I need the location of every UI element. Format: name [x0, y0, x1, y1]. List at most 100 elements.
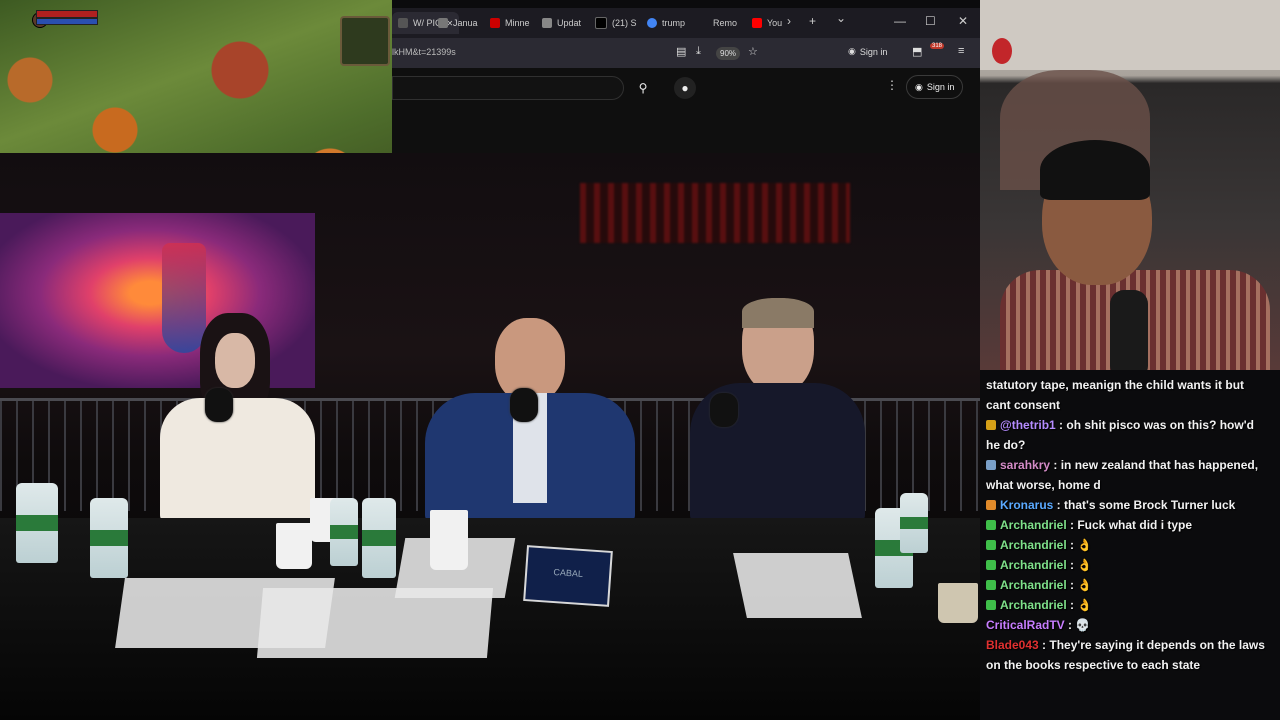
water-bottle — [362, 498, 396, 578]
chat-badge-icon — [986, 600, 996, 610]
streamer-microphone — [1110, 290, 1148, 378]
close-window-icon[interactable]: ✕ — [958, 14, 968, 28]
chat-badge-icon — [986, 540, 996, 550]
chat-username[interactable]: Archandriel — [1000, 558, 1067, 572]
tab-label: trump — [662, 18, 686, 28]
yt-search-input[interactable] — [392, 76, 624, 100]
url-bar[interactable]: lkHM&t=21399s ▤ ⤓ ☆ ⬒ ≡ — [392, 38, 980, 68]
tab-label: Minne — [505, 18, 530, 28]
chat-message: CriticalRadTV : 💀 — [986, 615, 1278, 635]
tab-3[interactable]: Updat — [542, 12, 581, 34]
voice-search-mic-icon[interactable]: ● — [674, 77, 696, 99]
tab-favicon — [542, 18, 552, 28]
browser-capture: W/ PIC ✕ Janua Minne Updat (21) S trump … — [392, 8, 980, 153]
microphone — [510, 388, 538, 422]
chat-message: Kronarus : that's some Brock Turner luck — [986, 495, 1278, 515]
microphone — [205, 388, 233, 422]
chat-message: Blade043 : They're saying it depends on … — [986, 635, 1278, 655]
chat-username[interactable]: Archandriel — [1000, 518, 1067, 532]
cup — [430, 510, 468, 570]
kebab-menu-icon[interactable]: ⋮ — [886, 78, 898, 92]
chat-text: : 👌 — [1066, 558, 1093, 572]
chat-username[interactable]: sarahkry — [1000, 458, 1050, 472]
tab-label: Remo — [713, 18, 738, 28]
google-icon — [647, 18, 657, 28]
minimize-icon[interactable]: — — [894, 14, 906, 28]
health-bar — [36, 10, 98, 18]
book-title: CABAL — [553, 566, 584, 580]
chat-message: Archandriel : 👌 — [986, 535, 1278, 555]
water-bottle — [900, 493, 928, 553]
tab-7[interactable]: You — [752, 12, 782, 34]
chat-panel: statutory tape, meanign the child wants … — [980, 370, 1280, 720]
desk: CABAL — [0, 518, 1007, 720]
chat-username[interactable]: CriticalRadTV — [986, 618, 1065, 632]
water-bottle — [330, 498, 358, 566]
chat-badge-icon — [986, 420, 996, 430]
tab-label: Janua — [453, 18, 478, 28]
tab-5[interactable]: trump — [647, 12, 685, 34]
chat-text: what worse, home d — [986, 478, 1101, 492]
zoom-level[interactable]: 90% — [716, 47, 741, 60]
chat-message: statutory tape, meanign the child wants … — [986, 375, 1278, 395]
bookmark-star-icon[interactable]: ☆ — [748, 45, 758, 58]
cup — [276, 523, 312, 569]
menu-icon[interactable]: ≡ — [958, 45, 964, 57]
scroll-tabs-chevron-icon[interactable]: › — [787, 14, 791, 28]
youtube-page: ⚲ ● ⋮ ◉ Sign in — [392, 68, 980, 153]
papers — [733, 553, 862, 618]
tab-6[interactable]: Remo — [713, 12, 737, 34]
account-icon: ◉ — [848, 46, 856, 56]
host-woman — [155, 313, 320, 523]
chat-message: on the books respective to each state — [986, 655, 1278, 675]
chat-username[interactable]: Archandriel — [1000, 598, 1067, 612]
chat-message: @thetrib1 : oh shit pisco was on this? h… — [986, 415, 1278, 435]
chat-username[interactable]: Blade043 — [986, 638, 1039, 652]
cam-wall — [980, 0, 1280, 70]
book: CABAL — [523, 545, 613, 607]
tab-label: You — [767, 18, 783, 28]
chat-message: Archandriel : 👌 — [986, 595, 1278, 615]
tab-list-icon[interactable]: ⌄ — [836, 11, 846, 25]
chat-text: he do? — [986, 438, 1026, 452]
reader-view-icon[interactable]: ▤ — [676, 45, 686, 58]
maximize-icon[interactable]: ☐ — [925, 14, 936, 28]
chat-text: : 👌 — [1066, 538, 1093, 552]
browser-signin-label: Sign in — [859, 46, 888, 57]
search-icon[interactable]: ⚲ — [632, 77, 654, 99]
chat-message: Archandriel : Fuck what did i type — [986, 515, 1278, 535]
chat-message: he do? — [986, 435, 1278, 455]
chat-username[interactable]: Archandriel — [1000, 578, 1067, 592]
download-icon[interactable]: ⤓ — [696, 45, 701, 58]
chat-username[interactable]: Kronarus — [1000, 498, 1053, 512]
mana-bar — [36, 18, 98, 25]
water-bottle — [16, 483, 58, 563]
chat-text: on the books respective to each state — [986, 658, 1201, 672]
streamer-cap — [1040, 140, 1150, 200]
tab-1[interactable]: Janua — [438, 12, 478, 34]
chat-message: Archandriel : 👌 — [986, 555, 1278, 575]
chat-username[interactable]: @thetrib1 — [1000, 418, 1056, 432]
browser-signin-button[interactable]: ◉ Sign in — [848, 46, 887, 57]
microphone — [710, 393, 738, 427]
water-bottle — [90, 498, 128, 578]
tab-label: (21) S — [612, 18, 637, 28]
chat-message: sarahkry : in new zealand that has happe… — [986, 455, 1278, 475]
papers — [256, 588, 494, 658]
cam-red-object — [992, 38, 1012, 64]
account-icon: ◉ — [915, 81, 923, 92]
chat-username[interactable]: Archandriel — [1000, 538, 1067, 552]
webcam — [980, 0, 1280, 378]
tab-2[interactable]: Minne — [490, 12, 530, 34]
chat-text: : that's some Brock Turner luck — [1053, 498, 1236, 512]
chat-text: : oh shit pisco was on this? how'd — [1055, 418, 1254, 432]
chat-text: statutory tape, meanign the child wants … — [986, 378, 1245, 392]
new-tab-icon[interactable]: + — [809, 14, 816, 28]
url-text[interactable]: lkHM&t=21399s — [392, 47, 456, 57]
tab-4[interactable]: (21) S — [595, 12, 637, 34]
x-icon — [595, 17, 607, 29]
background-lights — [580, 183, 850, 243]
yt-signin-button[interactable]: ◉ Sign in — [906, 75, 964, 99]
extensions-icon[interactable]: ⬒ — [912, 45, 922, 58]
yt-signin-label: Sign in — [926, 82, 955, 92]
